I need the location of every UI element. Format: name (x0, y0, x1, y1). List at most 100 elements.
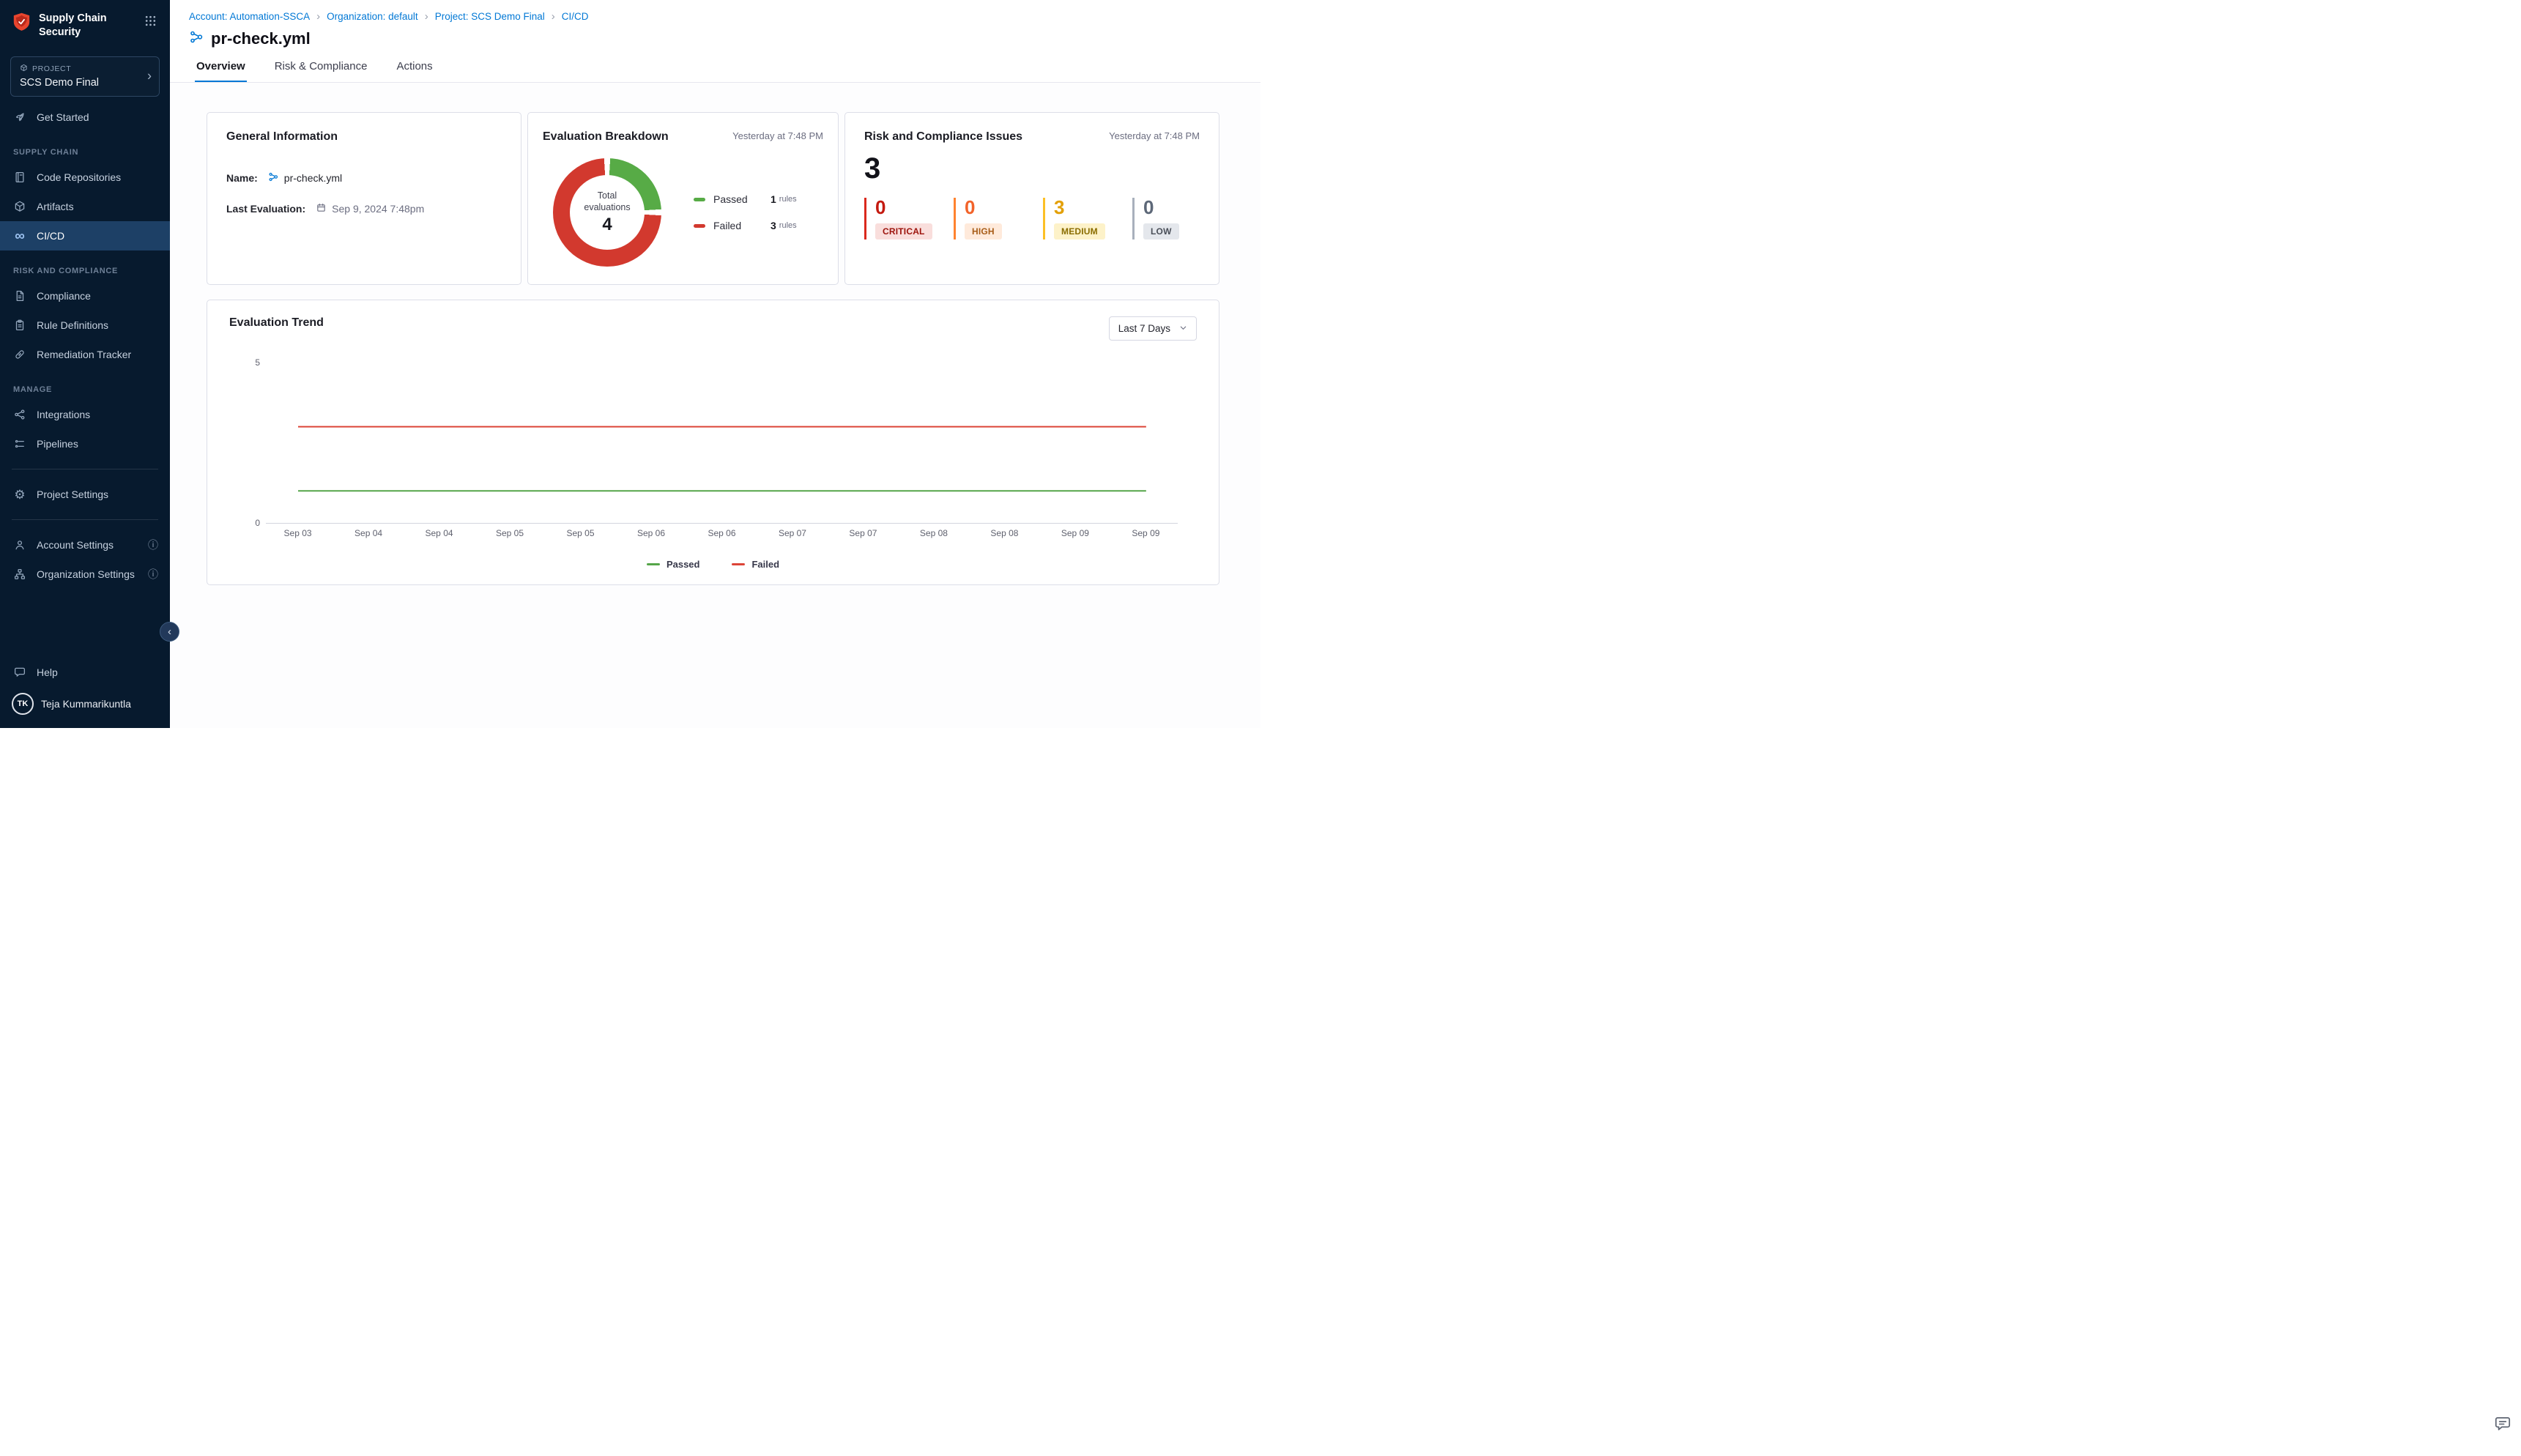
legend-swatch (647, 563, 660, 565)
tab-overview[interactable]: Overview (195, 60, 247, 82)
sidebar: Supply Chain Security PROJECT SCS Demo F… (0, 0, 170, 728)
sidebar-item-label: Organization Settings (37, 568, 135, 580)
card-title: General Information (226, 130, 338, 144)
sidebar-item-integrations[interactable]: Integrations (0, 400, 170, 429)
severity-badge: CRITICAL (875, 223, 932, 239)
chat-launcher-icon[interactable] (2492, 1413, 2514, 1437)
legend-label: Failed (713, 220, 759, 231)
sidebar-collapse-button[interactable]: ‹ (160, 622, 179, 642)
project-selector[interactable]: PROJECT SCS Demo Final › (10, 56, 160, 97)
card-timestamp: Yesterday at 7:48 PM (732, 130, 823, 141)
legend-count: 3 (771, 220, 776, 231)
sidebar-item-label: Artifacts (37, 201, 74, 212)
info-icon[interactable]: ⓘ (148, 567, 158, 582)
breadcrumb-link-organization[interactable]: Organization: default (327, 11, 418, 22)
x-tick-label: Sep 03 (284, 528, 312, 538)
legend-swatch (732, 563, 745, 565)
sidebar-item-label: Get Started (37, 111, 89, 123)
donut-total-value: 4 (602, 215, 612, 235)
legend-label: Passed (713, 193, 759, 205)
sidebar-item-project-settings[interactable]: ⚙ Project Settings (0, 480, 170, 509)
general-information-card: General Information Name: pr-check.yml L… (207, 112, 521, 285)
sidebar-item-pipelines[interactable]: Pipelines (0, 429, 170, 458)
app-logo-shield-icon (12, 12, 31, 35)
evaluations-donut-chart: Total evaluations 4 (553, 158, 661, 267)
breakdown-legend: Passed 1 rules Failed 3 rules (694, 193, 797, 231)
app-title: Supply Chain Security (39, 12, 115, 39)
breadcrumb-link-account[interactable]: Account: Automation-SSCA (189, 11, 310, 22)
evaluation-breakdown-card: Evaluation Breakdown Yesterday at 7:48 P… (527, 112, 839, 285)
card-title: Evaluation Trend (229, 316, 324, 330)
main-area: Account: Automation-SSCA › Organization:… (170, 0, 1260, 728)
help-chat-icon (12, 666, 28, 679)
sidebar-item-code-repositories[interactable]: Code Repositories (0, 163, 170, 192)
y-axis-tick: 0 (244, 518, 260, 528)
rocket-icon (12, 111, 28, 124)
legend-unit: rules (779, 221, 797, 230)
x-tick-label: Sep 05 (566, 528, 594, 538)
section-manage: MANAGE (0, 369, 170, 400)
severity-count: 3 (1054, 198, 1110, 217)
module-grid-icon[interactable] (141, 12, 160, 32)
severity-high: 0 HIGH (954, 198, 1021, 239)
sidebar-item-label: Help (37, 666, 58, 678)
x-axis-labels: Sep 03Sep 04Sep 04Sep 05Sep 05Sep 06Sep … (298, 523, 1146, 539)
sidebar-item-compliance[interactable]: Compliance (0, 281, 170, 311)
passed-swatch (694, 198, 705, 201)
legend-item: Failed (732, 559, 779, 570)
sidebar-item-artifacts[interactable]: Artifacts (0, 192, 170, 221)
user-row[interactable]: TK Teja Kummarikuntla (0, 687, 170, 728)
repository-icon (12, 171, 28, 184)
chevron-right-icon: › (316, 10, 320, 23)
severity-low: 0 LOW (1132, 198, 1200, 239)
last-evaluation-label: Last Evaluation: (226, 203, 305, 215)
sidebar-item-remediation-tracker[interactable]: Remediation Tracker (0, 340, 170, 369)
card-title: Evaluation Breakdown (543, 130, 669, 144)
organization-icon (12, 568, 28, 581)
x-tick-label: Sep 09 (1132, 528, 1159, 538)
x-tick-label: Sep 04 (426, 528, 453, 538)
x-tick-label: Sep 04 (354, 528, 382, 538)
sidebar-item-rule-definitions[interactable]: Rule Definitions (0, 311, 170, 340)
calendar-icon (316, 202, 327, 215)
tab-risk-compliance[interactable]: Risk & Compliance (273, 60, 369, 82)
x-tick-label: Sep 06 (708, 528, 735, 538)
trend-lines (298, 363, 1146, 523)
sidebar-item-label: Project Settings (37, 489, 108, 500)
severity-critical: 0 CRITICAL (864, 198, 932, 239)
artifact-cube-icon (12, 200, 28, 213)
breadcrumb-link-project[interactable]: Project: SCS Demo Final (435, 11, 545, 22)
page-header: Account: Automation-SSCA › Organization:… (170, 0, 1260, 83)
sidebar-item-get-started[interactable]: Get Started (0, 103, 170, 132)
sidebar-item-organization-settings[interactable]: Organization Settings ⓘ (0, 560, 170, 589)
chevron-right-icon: › (425, 10, 428, 23)
info-icon[interactable]: ⓘ (148, 538, 158, 552)
sidebar-item-account-settings[interactable]: Account Settings ⓘ (0, 530, 170, 560)
content-area: General Information Name: pr-check.yml L… (170, 83, 1260, 728)
evaluation-trend-card: Evaluation Trend Last 7 Days 5 0 Sep 03S… (207, 300, 1219, 585)
integrations-nodes-icon (12, 408, 28, 421)
sidebar-item-label: CI/CD (37, 230, 64, 242)
sidebar-item-label: Account Settings (37, 539, 114, 551)
chevron-right-icon: › (552, 10, 555, 23)
severity-badge: LOW (1143, 223, 1179, 239)
trend-legend: PassedFailed (229, 559, 1197, 570)
sidebar-item-help[interactable]: Help (0, 658, 170, 687)
date-range-value: Last 7 Days (1118, 323, 1170, 334)
x-tick-label: Sep 08 (990, 528, 1018, 538)
document-icon (12, 289, 28, 302)
x-tick-label: Sep 06 (637, 528, 665, 538)
severity-medium: 3 MEDIUM (1043, 198, 1110, 239)
sidebar-item-cicd[interactable]: ∞ CI/CD (0, 221, 170, 250)
last-evaluation-value: Sep 9, 2024 7:48pm (332, 203, 424, 215)
app-root: Supply Chain Security PROJECT SCS Demo F… (0, 0, 1260, 728)
breadcrumb-link-cicd[interactable]: CI/CD (562, 11, 589, 22)
chevron-down-icon (1179, 323, 1187, 334)
severity-row: 0 CRITICAL 0 HIGH 3 MEDIUM 0 (864, 198, 1200, 239)
legend-label: Failed (751, 559, 779, 570)
legend-count: 1 (771, 193, 776, 205)
logo-row: Supply Chain Security (0, 0, 170, 39)
date-range-dropdown[interactable]: Last 7 Days (1109, 316, 1197, 341)
page-title: pr-check.yml (211, 29, 311, 48)
tab-actions[interactable]: Actions (395, 60, 434, 82)
